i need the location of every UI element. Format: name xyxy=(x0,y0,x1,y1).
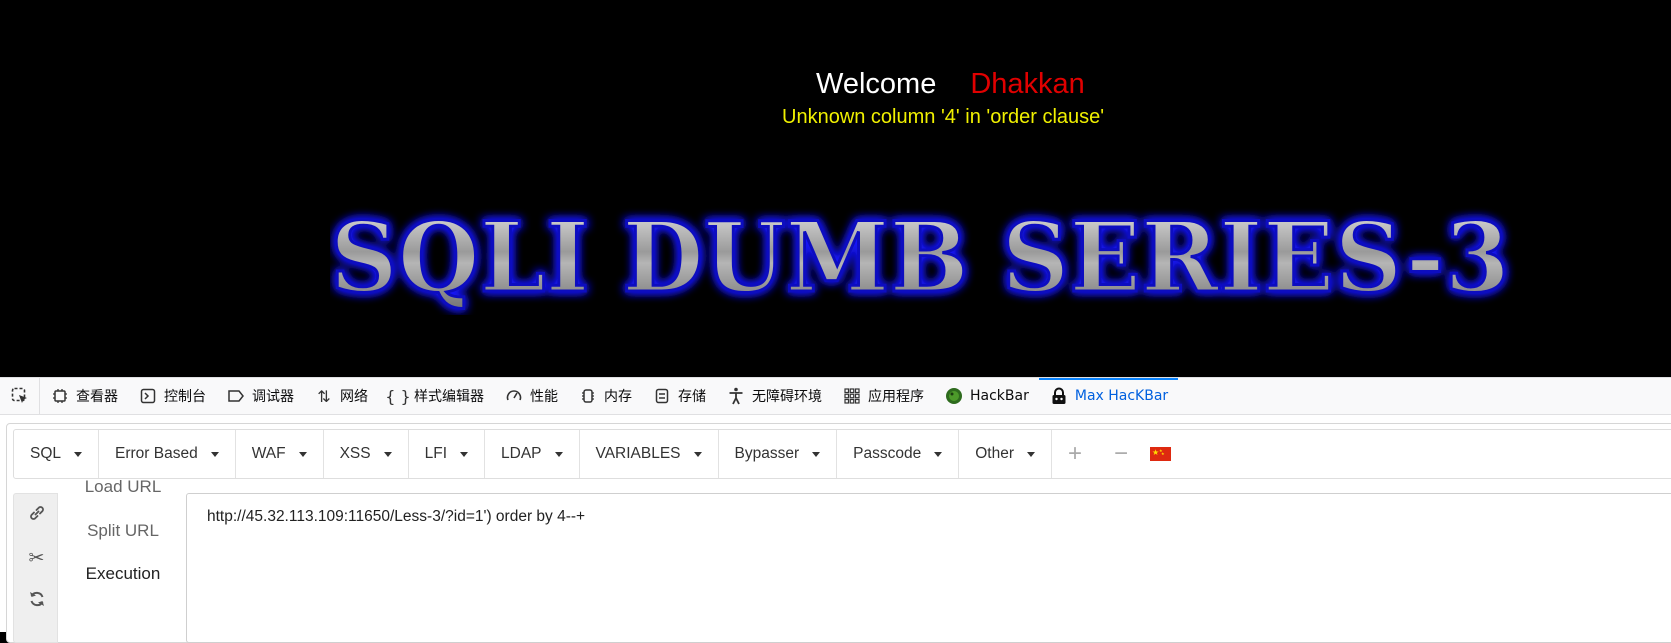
devtools-tab-debugger[interactable]: 调试器 xyxy=(216,378,304,414)
devtools-tab-accessibility[interactable]: 无障碍环境 xyxy=(716,378,832,414)
caret-down-icon xyxy=(934,451,943,457)
scissors-icon[interactable]: ✂ xyxy=(14,547,59,570)
devtools-tab-console[interactable]: 控制台 xyxy=(128,378,216,414)
devtools-tab-application[interactable]: 应用程序 xyxy=(832,378,934,414)
max-hackbar-panel: SQL Error Based WAF XSS LFI LDAP VARIABLES Bypa… xyxy=(0,415,1671,643)
banner-title: SQLI DUMB SERIES-3 xyxy=(330,205,1512,315)
menu-variables[interactable]: VARIABLES xyxy=(580,430,719,478)
menu-error-based[interactable]: Error Based xyxy=(99,430,236,478)
performance-icon xyxy=(504,386,524,406)
devtools-tab-storage[interactable]: 存储 xyxy=(642,378,716,414)
caret-down-icon xyxy=(812,451,821,457)
remove-icon[interactable]: − xyxy=(1098,430,1144,478)
menu-label: Error Based xyxy=(115,445,198,462)
hackbar-icon xyxy=(944,386,964,406)
menu-sql[interactable]: SQL xyxy=(14,430,100,478)
menu-ldap[interactable]: LDAP xyxy=(485,430,580,478)
hackbar-menu: SQL Error Based WAF XSS LFI LDAP VARIABLES Bypa… xyxy=(13,429,1671,479)
devtools-tab-label: 调试器 xyxy=(252,389,294,405)
max-hackbar-icon xyxy=(1049,386,1069,406)
url-textarea[interactable]: http://45.32.113.109:11650/Less-3/?id=1'… xyxy=(186,493,1671,643)
menu-label: SQL xyxy=(30,445,62,462)
caret-down-icon xyxy=(460,451,469,457)
menu-label: WAF xyxy=(251,445,286,462)
devtools-tab-performance[interactable]: 性能 xyxy=(494,378,568,414)
style-editor-icon: { } xyxy=(385,386,411,406)
hackbar-side-panel: ✂ xyxy=(13,493,58,643)
storage-icon xyxy=(652,386,672,406)
devtools-tab-style-editor[interactable]: { } 样式编辑器 xyxy=(378,378,494,414)
debugger-icon xyxy=(226,386,246,406)
devtools-tab-inspector[interactable]: 查看器 xyxy=(40,378,128,414)
menu-label: XSS xyxy=(339,445,371,462)
welcome-name: Dhakkan xyxy=(970,68,1085,100)
devtools-tab-label: 性能 xyxy=(530,389,558,405)
caret-down-icon xyxy=(1027,451,1035,457)
menu-waf[interactable]: WAF xyxy=(236,430,324,478)
banner-text: SQLI DUMB SERIES-3 xyxy=(330,205,1510,314)
split-url-button[interactable]: Split URL xyxy=(58,521,188,541)
add-icon[interactable]: + xyxy=(1052,430,1098,478)
menu-passcode[interactable]: Passcode xyxy=(837,430,960,478)
devtools-tab-label: 应用程序 xyxy=(868,389,924,405)
execute-button[interactable]: Execution xyxy=(58,564,188,584)
application-icon xyxy=(842,386,862,406)
menu-label: Bypasser xyxy=(734,445,800,462)
caret-down-icon xyxy=(74,451,83,457)
web-page: Welcome Dhakkan Unknown column '4' in 'or… xyxy=(0,0,1671,377)
caret-down-icon xyxy=(298,451,307,457)
menu-label: Passcode xyxy=(853,445,922,462)
devtools-tab-label: HackBar xyxy=(970,388,1029,404)
console-icon xyxy=(138,386,158,406)
devtools-tab-label: 无障碍环境 xyxy=(752,389,822,405)
devtools-toolbar: 查看器 控制台 调试器 ⇅ 网络 { } 样式编辑器 性能 内存 存储 无障碍环境 应用程序 HackB… xyxy=(0,377,1671,415)
devtools-tab-max-hackbar[interactable]: Max HacKBar xyxy=(1038,378,1179,414)
menu-label: LFI xyxy=(424,445,448,462)
menu-xss[interactable]: XSS xyxy=(324,430,409,478)
welcome-line: Welcome Dhakkan xyxy=(816,68,1085,101)
menu-label: Other xyxy=(975,445,1014,462)
network-icon: ⇅ xyxy=(317,386,331,406)
devtools-tab-label: 控制台 xyxy=(164,389,206,405)
devtools-tab-hackbar[interactable]: HackBar xyxy=(934,378,1039,414)
load-url-button[interactable]: Load URL xyxy=(58,477,188,497)
devtools-tab-label: 存储 xyxy=(678,389,706,405)
language-flag-icon[interactable]: ★ ★ ★ xyxy=(1150,447,1171,461)
element-picker-button[interactable] xyxy=(0,378,40,414)
menu-lfi[interactable]: LFI xyxy=(409,430,486,478)
element-picker-icon xyxy=(11,387,27,403)
menu-label: LDAP xyxy=(501,445,542,462)
devtools-tab-label: 样式编辑器 xyxy=(414,389,484,405)
caret-down-icon xyxy=(554,451,563,457)
devtools-tab-memory[interactable]: 内存 xyxy=(568,378,642,414)
devtools-tab-label: Max HacKBar xyxy=(1074,388,1169,404)
caret-down-icon xyxy=(383,451,392,457)
devtools-tab-label: 查看器 xyxy=(76,389,118,405)
sql-error-message: Unknown column '4' in 'order clause' xyxy=(782,106,1105,128)
devtools-tab-label: 网络 xyxy=(340,389,368,405)
link-icon[interactable] xyxy=(14,504,59,528)
inspector-icon xyxy=(50,386,70,406)
devtools-tab-label: 内存 xyxy=(604,389,632,405)
devtools-tab-network[interactable]: ⇅ 网络 xyxy=(304,378,378,414)
caret-down-icon xyxy=(693,451,702,457)
menu-bypasser[interactable]: Bypasser xyxy=(719,430,838,478)
caret-down-icon xyxy=(210,451,219,457)
welcome-text: Welcome xyxy=(816,68,937,100)
refresh-icon[interactable] xyxy=(14,590,59,614)
memory-icon xyxy=(578,386,598,406)
menu-other[interactable]: Other xyxy=(959,430,1052,478)
accessibility-icon xyxy=(726,386,746,406)
menu-label: VARIABLES xyxy=(595,445,681,462)
